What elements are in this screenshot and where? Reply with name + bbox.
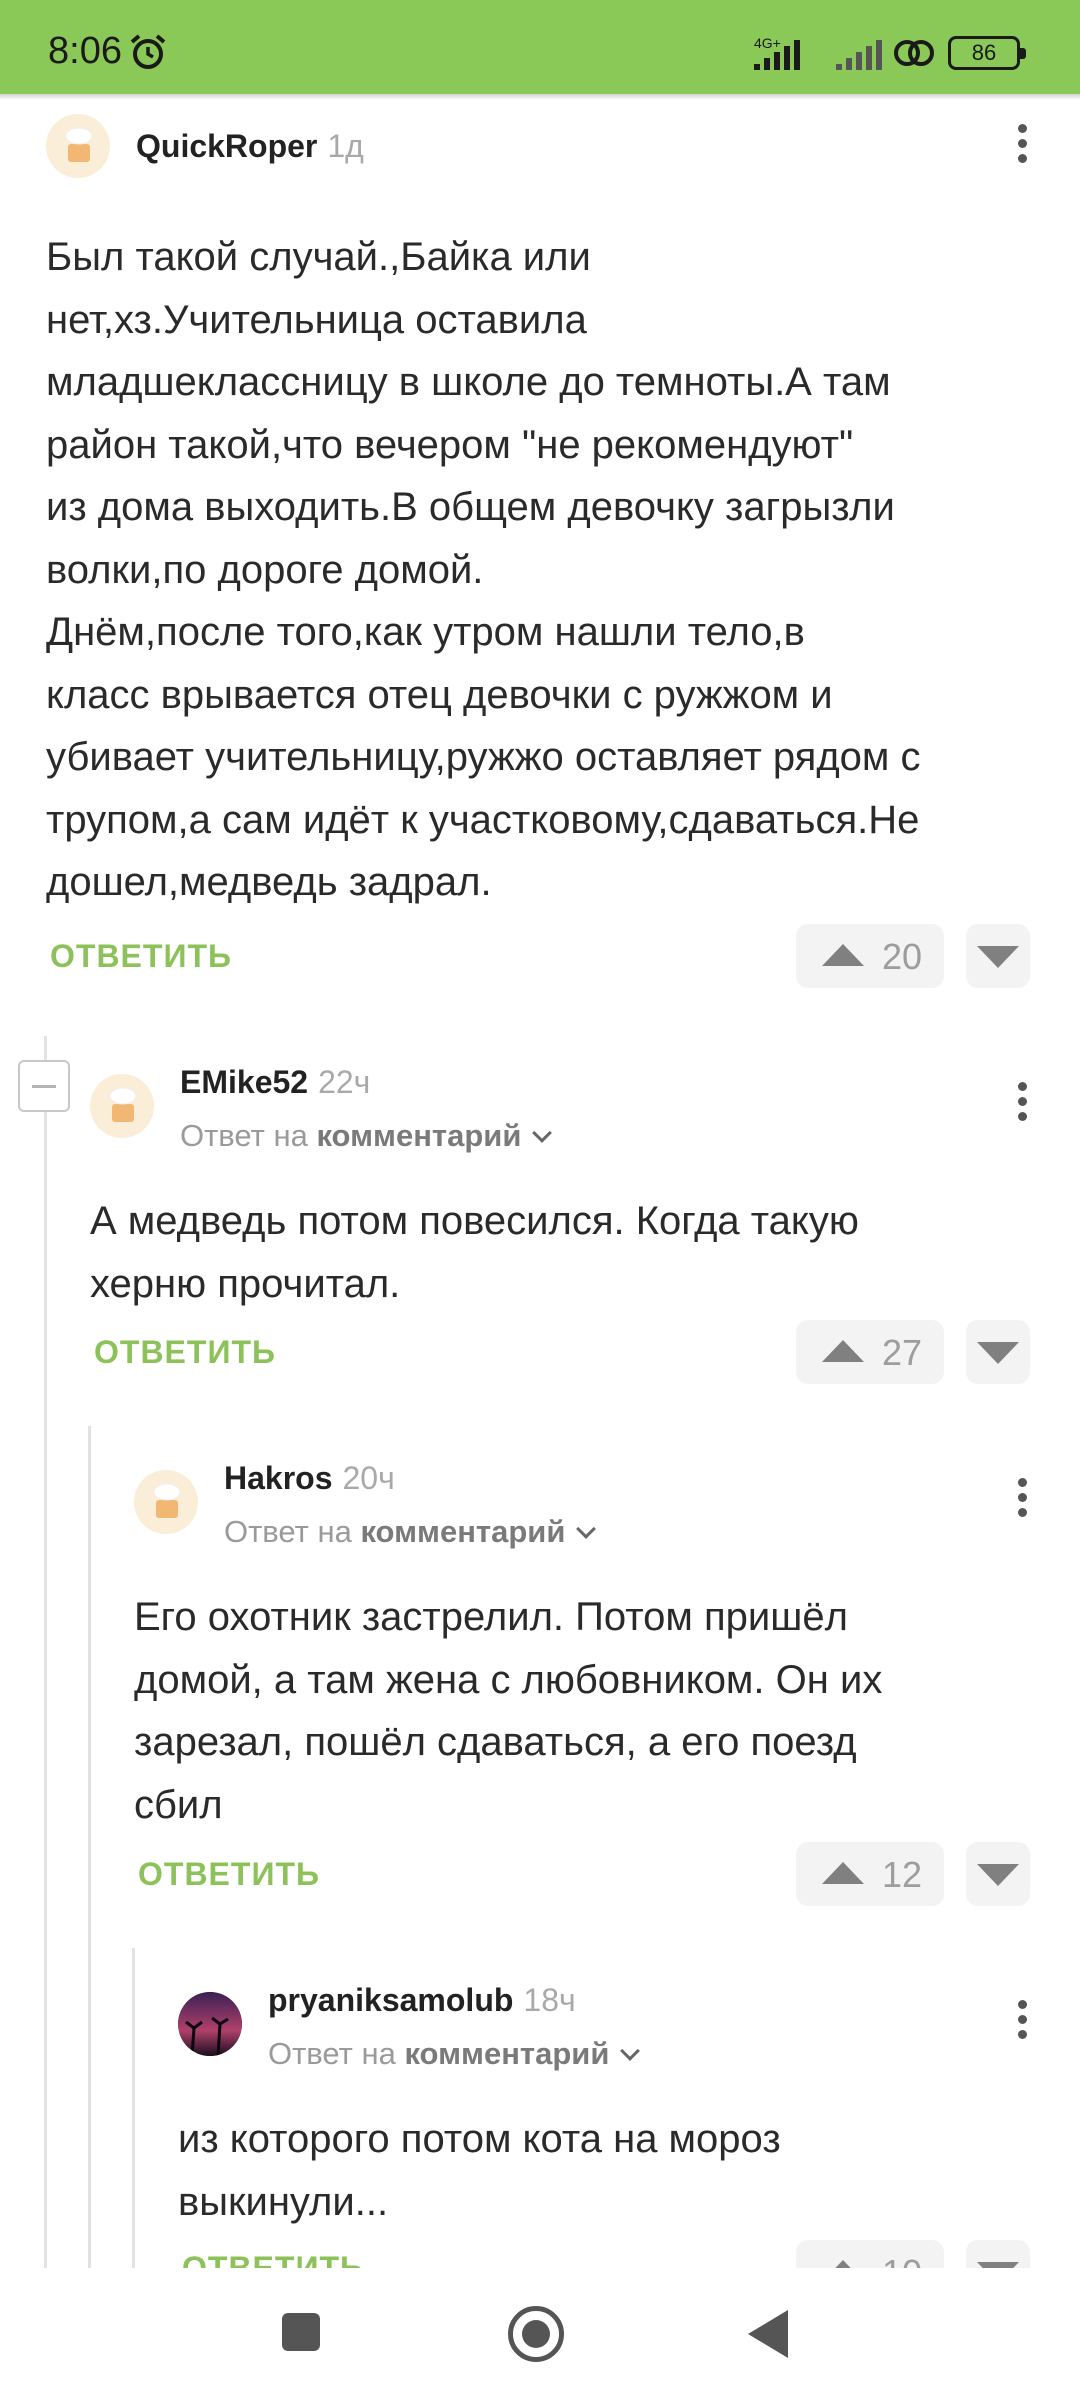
- more-icon[interactable]: [1012, 1082, 1032, 1128]
- navigation-bar: [0, 2268, 1080, 2400]
- upvote-icon: [822, 944, 864, 966]
- upvote-button[interactable]: 20: [796, 924, 944, 988]
- rating-count: 20: [882, 936, 923, 977]
- nav-recents-icon[interactable]: [282, 2313, 320, 2351]
- reply-to-link[interactable]: Ответ на комментарий: [224, 1514, 597, 1550]
- thread-line-1: [44, 1036, 47, 2276]
- status-time: 8:06: [48, 30, 122, 72]
- author-name[interactable]: pryaniksamolub: [268, 1982, 513, 2018]
- collapse-thread-button[interactable]: [18, 1060, 70, 1112]
- comment-author[interactable]: QuickRoper 1д: [136, 128, 364, 165]
- thread-line-2: [88, 1426, 91, 2276]
- battery-icon: 86: [948, 36, 1026, 70]
- author-name[interactable]: QuickRoper: [136, 128, 317, 164]
- comment-time: 18ч: [523, 1982, 576, 2018]
- more-icon[interactable]: [1012, 2000, 1032, 2046]
- comment-author[interactable]: Hakros 20ч: [224, 1460, 395, 1497]
- alarm-icon: [130, 34, 166, 69]
- chevron-down-icon: [576, 1519, 597, 1539]
- comment-time: 22ч: [318, 1064, 371, 1100]
- status-bar: 8:06 4G+ 86: [0, 0, 1080, 100]
- comment-time: 20ч: [342, 1460, 395, 1496]
- reply-button[interactable]: ОТВЕТИТЬ: [94, 1334, 276, 1371]
- reply-to-link[interactable]: Ответ на комментарий: [180, 1118, 553, 1154]
- reply-button[interactable]: ОТВЕТИТЬ: [138, 1856, 320, 1893]
- upvote-button[interactable]: 27: [796, 1320, 944, 1384]
- avatar[interactable]: [178, 1992, 242, 2056]
- rating-count: 27: [882, 1332, 923, 1373]
- downvote-button[interactable]: [966, 1320, 1030, 1384]
- upvote-icon: [822, 1862, 864, 1884]
- author-name[interactable]: EMike52: [180, 1064, 308, 1100]
- upvote-button[interactable]: 12: [796, 1842, 944, 1906]
- more-icon[interactable]: [1012, 1478, 1032, 1524]
- avatar[interactable]: [134, 1470, 198, 1534]
- downvote-button[interactable]: [966, 924, 1030, 988]
- reply-to-link[interactable]: Ответ на комментарий: [268, 2036, 641, 2072]
- signal-icon: 4G+: [754, 35, 800, 70]
- downvote-icon: [977, 1342, 1019, 1364]
- author-name[interactable]: Hakros: [224, 1460, 333, 1496]
- downvote-icon: [977, 1864, 1019, 1886]
- comment-text: Его охотник застрелил. Потом пришёл домо…: [134, 1595, 883, 1827]
- comment-text: Был такой случай.,Байка или нет,хз.Учите…: [46, 235, 921, 904]
- avatar[interactable]: [90, 1074, 154, 1138]
- more-icon[interactable]: [1012, 124, 1032, 170]
- comment-text: А медведь потом повесился. Когда такую х…: [90, 1199, 859, 1306]
- comment-author[interactable]: pryaniksamolub 18ч: [268, 1982, 576, 2019]
- nav-back-icon[interactable]: [748, 2310, 788, 2358]
- comment-time: 1д: [327, 128, 364, 164]
- avatar-icon: [178, 1992, 242, 2056]
- comment-author[interactable]: EMike52 22ч: [180, 1064, 370, 1101]
- avatar[interactable]: [46, 114, 110, 178]
- chevron-down-icon: [532, 1123, 553, 1143]
- link-icon: [894, 40, 934, 66]
- network-type: 4G+: [754, 35, 781, 51]
- comment-text: из которого потом кота на мороз выкинули…: [178, 2117, 781, 2224]
- rating-count: 12: [882, 1854, 923, 1895]
- chevron-down-icon: [620, 2041, 641, 2061]
- nav-home-icon[interactable]: [508, 2306, 564, 2362]
- upvote-icon: [822, 1340, 864, 1362]
- avatar-icon: [46, 114, 110, 178]
- avatar-icon: [134, 1470, 198, 1534]
- downvote-button[interactable]: [966, 1842, 1030, 1906]
- downvote-icon: [977, 946, 1019, 968]
- thread-line-3: [132, 1948, 135, 2276]
- signal-icon-2: [836, 40, 882, 70]
- avatar-icon: [90, 1074, 154, 1138]
- reply-button[interactable]: ОТВЕТИТЬ: [50, 938, 232, 975]
